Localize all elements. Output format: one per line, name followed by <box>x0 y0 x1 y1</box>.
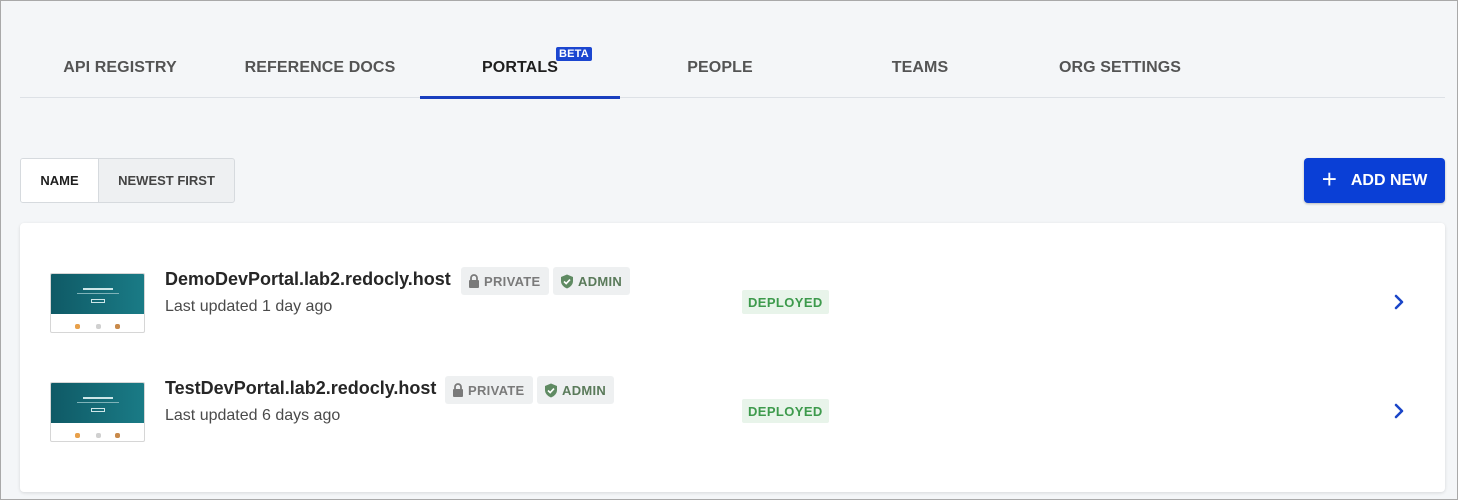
private-label: PRIVATE <box>468 382 525 398</box>
portal-title[interactable]: DemoDevPortal.lab2.redocly.host <box>165 269 451 290</box>
tab-label: TEAMS <box>891 58 949 76</box>
portal-thumbnail <box>50 273 145 333</box>
tab-label: ORG SETTINGS <box>1058 58 1182 76</box>
admin-badge: ADMIN <box>553 267 631 295</box>
sort-by-name-button[interactable]: NAME <box>21 159 99 202</box>
shield-check-icon <box>561 274 573 288</box>
chevron-right-icon[interactable] <box>1392 293 1406 311</box>
last-updated-text: Last updated 6 days ago <box>165 407 341 424</box>
shield-check-icon <box>545 383 557 397</box>
tab-label: REFERENCE DOCS <box>244 58 396 76</box>
beta-badge: BETA <box>556 47 592 61</box>
chevron-right-icon[interactable] <box>1392 402 1406 420</box>
private-badge: PRIVATE <box>461 267 549 295</box>
tab-label: PEOPLE <box>687 58 753 76</box>
admin-label: ADMIN <box>562 382 607 398</box>
tab-org-settings[interactable]: ORG SETTINGS <box>1020 38 1220 97</box>
last-updated-text: Last updated 1 day ago <box>165 298 333 315</box>
admin-label: ADMIN <box>578 273 623 289</box>
private-label: PRIVATE <box>484 273 541 289</box>
tab-label: PORTALS <box>482 58 558 76</box>
private-badge: PRIVATE <box>445 376 533 404</box>
portal-list: DemoDevPortal.lab2.redocly.host PRIVATE … <box>20 223 1445 492</box>
lock-icon <box>453 383 463 397</box>
portal-thumbnail <box>50 382 145 442</box>
status-badge: DEPLOYED <box>742 399 829 423</box>
top-nav-tabs: API REGISTRY REFERENCE DOCS PORTALS BETA… <box>20 38 1445 99</box>
tab-teams[interactable]: TEAMS <box>820 38 1020 97</box>
add-new-label: ADD NEW <box>1350 171 1428 189</box>
tab-portals[interactable]: PORTALS BETA <box>420 38 620 99</box>
admin-badge: ADMIN <box>537 376 615 404</box>
add-new-button[interactable]: + ADD NEW <box>1304 158 1445 203</box>
portal-row[interactable]: TestDevPortal.lab2.redocly.host PRIVATE … <box>20 372 1445 452</box>
portal-title[interactable]: TestDevPortal.lab2.redocly.host <box>165 378 436 399</box>
tab-reference-docs[interactable]: REFERENCE DOCS <box>220 38 420 97</box>
sort-newest-first-button[interactable]: NEWEST FIRST <box>99 159 234 202</box>
lock-icon <box>469 274 479 288</box>
portal-row[interactable]: DemoDevPortal.lab2.redocly.host PRIVATE … <box>20 263 1445 343</box>
tab-label: API REGISTRY <box>63 58 177 76</box>
tab-api-registry[interactable]: API REGISTRY <box>20 38 220 97</box>
tab-people[interactable]: PEOPLE <box>620 38 820 97</box>
plus-icon: + <box>1321 164 1337 194</box>
sort-toggle: NAME NEWEST FIRST <box>20 158 235 203</box>
status-badge: DEPLOYED <box>742 290 829 314</box>
